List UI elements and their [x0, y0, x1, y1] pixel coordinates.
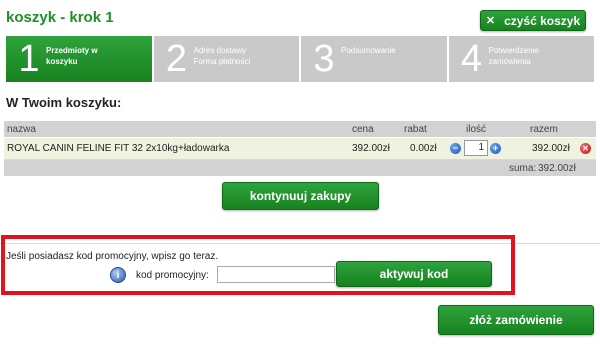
page-title: koszyk - krok 1 [6, 9, 114, 26]
sum-value: 392.00zł [538, 163, 576, 174]
col-total: razem [530, 124, 558, 135]
step-label: Adres dostawy Forma płatności [193, 46, 251, 66]
step-1: 1 Przedmioty w koszyku [6, 36, 152, 82]
col-discount: rabat [404, 124, 427, 135]
info-icon: i [110, 267, 126, 283]
promo-code-input[interactable] [217, 266, 335, 283]
col-price: cena [352, 124, 374, 135]
clear-cart-button[interactable]: ✕ czyść koszyk [480, 10, 586, 31]
continue-shopping-button[interactable]: kontynuuj zakupy [222, 182, 379, 210]
x-icon: ✕ [485, 15, 496, 27]
step-number: 2 [165, 38, 188, 80]
col-qty: ilość [466, 124, 487, 135]
sum-label: suma: [509, 163, 537, 174]
item-name: ROYAL CANIN FELINE FIT 32 2x10kg+ładowar… [7, 143, 230, 154]
minus-icon[interactable]: − [450, 143, 461, 154]
item-total: 392.00zł [532, 143, 570, 154]
table-row: ROYAL CANIN FELINE FIT 32 2x10kg+ładowar… [4, 138, 596, 160]
step-label: Potwierdzenie zamówienia [488, 46, 539, 66]
checkout-steps: 1 Przedmioty w koszyku 2 Adres dostawy For… [6, 36, 594, 82]
clear-cart-label: czyść koszyk [504, 13, 581, 28]
promo-label: kod promocyjny: [136, 270, 209, 281]
plus-icon[interactable]: + [490, 143, 501, 154]
place-order-button[interactable]: złóż zamówienie [438, 305, 594, 335]
step-4: 4 Potwierdzenie zamówienia [448, 36, 594, 82]
step-3: 3 Podsumowanie [301, 36, 447, 82]
step-number: 4 [460, 38, 483, 80]
item-price: 392.00zł [352, 143, 390, 154]
cart-title: W Twoim koszyku: [6, 95, 122, 110]
quantity-input[interactable]: 1 [464, 140, 488, 156]
col-name: nazwa [7, 124, 36, 135]
step-2: 2 Adres dostawy Forma płatności [153, 36, 299, 82]
promo-info-text: Jeśli posiadasz kod promocyjny, wpisz go… [6, 251, 219, 262]
cart-sum-row: suma: 392.00zł [4, 160, 596, 176]
remove-icon[interactable]: ✕ [580, 143, 591, 154]
step-label: Przedmioty w koszyku [46, 46, 98, 66]
item-discount: 0.00zł [410, 143, 437, 154]
cart-table-header: nazwa cena rabat ilość razem [4, 121, 596, 137]
step-number: 1 [18, 38, 40, 80]
step-label: Podsumowanie [341, 46, 396, 55]
step-number: 3 [313, 38, 335, 80]
activate-code-button[interactable]: aktywuj kod [336, 261, 492, 287]
